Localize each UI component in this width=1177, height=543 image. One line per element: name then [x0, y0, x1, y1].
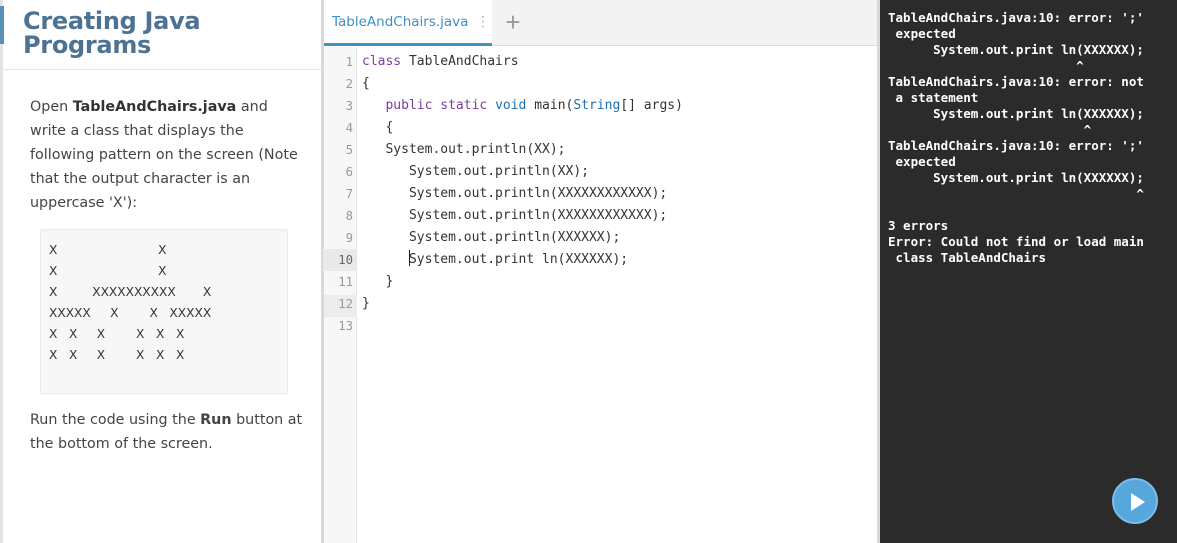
- play-icon: [1131, 493, 1145, 511]
- tab-menu-icon[interactable]: ⋮: [476, 13, 490, 29]
- line-number: 9: [345, 231, 353, 245]
- run-instructions-text: Run the code using the Run button at the…: [30, 408, 308, 456]
- run-text-part: Run the code using the: [30, 412, 201, 428]
- code-line[interactable]: public static void main(String[] args): [362, 95, 872, 117]
- tab-label: TableAndChairs.java: [332, 14, 469, 30]
- code-line[interactable]: }: [362, 271, 872, 293]
- line-number: 1: [345, 55, 353, 69]
- line-number: 11: [338, 275, 353, 289]
- add-tab-icon[interactable]: +: [500, 8, 526, 36]
- line-number: 7: [345, 187, 353, 201]
- code-line[interactable]: {: [362, 117, 872, 139]
- code-line[interactable]: {: [362, 73, 872, 95]
- console-output-panel: TableAndChairs.java:10: error: ';' expec…: [880, 0, 1177, 543]
- run-word-bold: Run: [200, 412, 232, 428]
- tab-tableandchairs-java[interactable]: TableAndChairs.java ⋮: [324, 0, 492, 46]
- title-accent-bar: [0, 6, 4, 44]
- code-line[interactable]: System.out.println(XXXXXXXXXXXX);: [362, 205, 872, 227]
- code-line[interactable]: class TableAndChairs: [362, 51, 872, 73]
- instructions-panel: Creating Java Programs Open TableAndChai…: [0, 0, 322, 543]
- instructions-text: Open TableAndChairs.java and write a cla…: [30, 95, 308, 215]
- run-button[interactable]: [1112, 478, 1158, 524]
- line-number: 3: [345, 99, 353, 113]
- line-number: 2: [345, 77, 353, 91]
- line-number: 13: [338, 319, 353, 333]
- line-number: 6: [345, 165, 353, 179]
- editor-tab-bar: TableAndChairs.java ⋮ +: [324, 0, 877, 46]
- title-bar: Creating Java Programs: [0, 0, 322, 70]
- code-line[interactable]: }: [362, 293, 872, 315]
- code-line[interactable]: System.out.print ln(XXXXXX);: [362, 249, 872, 271]
- instructions-text-part: Open: [30, 99, 73, 115]
- text-cursor: [408, 250, 411, 266]
- console-output: TableAndChairs.java:10: error: ';' expec…: [888, 10, 1144, 265]
- line-number: 5: [345, 143, 353, 157]
- line-number-gutter: 1 2 3 4 5 6 7 8 9 10 11 12 13: [323, 47, 357, 543]
- code-editor[interactable]: TableAndChairs.java ⋮ + 1 2 3 4 5 6 7 8 9 10 11 12 1…: [323, 0, 877, 543]
- page-title: Creating Java Programs: [23, 7, 201, 59]
- instructions-text-part: and write a class that displays the foll…: [30, 99, 298, 211]
- code-line[interactable]: System.out.println(XX);: [362, 139, 872, 161]
- code-line[interactable]: System.out.println(XX);: [362, 161, 872, 183]
- line-number: 10: [323, 249, 356, 271]
- code-line[interactable]: System.out.println(XXXXXXXXXXXX);: [362, 183, 872, 205]
- line-number: 8: [345, 209, 353, 223]
- file-name-bold: TableAndChairs.java: [72, 99, 237, 115]
- pattern-example: X X X X X XXXXXXXXXX X XXXXX X X XXXXX X…: [40, 229, 288, 394]
- code-line[interactable]: System.out.println(XXXXXX);: [362, 227, 872, 249]
- line-number: 12: [338, 297, 353, 311]
- line-number: 4: [345, 121, 353, 135]
